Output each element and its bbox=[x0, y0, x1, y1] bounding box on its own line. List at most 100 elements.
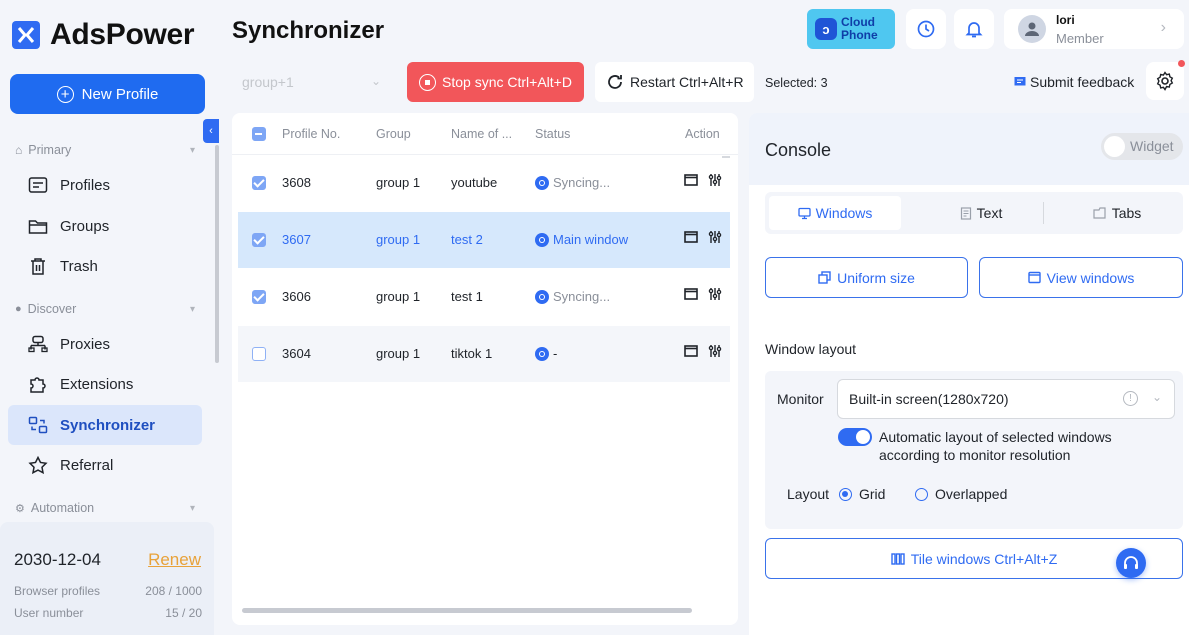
sidebar-item-label: Referral bbox=[60, 456, 114, 474]
plus-icon: + bbox=[56, 85, 74, 103]
console-tabs: Windows Text Tabs bbox=[765, 192, 1183, 234]
user-number-row: User number 15 / 20 bbox=[14, 606, 202, 620]
monitor-select[interactable]: Built-in screen(1280x720) ! ⌄ bbox=[837, 379, 1175, 419]
sidebar-item-extensions[interactable]: Extensions bbox=[8, 364, 202, 404]
settings-button[interactable] bbox=[1146, 62, 1184, 100]
cloud-phone-icon: ↄ bbox=[815, 18, 837, 40]
settings-sliders-icon[interactable] bbox=[708, 173, 722, 187]
uniform-size-button[interactable]: Uniform size bbox=[765, 257, 968, 298]
synchronizer-icon bbox=[28, 416, 48, 434]
settings-sliders-icon[interactable] bbox=[708, 287, 722, 301]
column-header-status[interactable]: Status bbox=[535, 127, 570, 141]
user-number-label: User number bbox=[14, 606, 84, 620]
collapse-sidebar-button[interactable]: ‹ bbox=[203, 119, 219, 143]
sidebar-item-referral[interactable]: Referral bbox=[8, 445, 202, 485]
stop-sync-button[interactable]: Stop sync Ctrl+Alt+D bbox=[407, 62, 584, 102]
sidebar-item-profiles[interactable]: Profiles bbox=[8, 165, 202, 205]
window-icon[interactable] bbox=[684, 173, 698, 187]
user-avatar-icon bbox=[1025, 22, 1039, 36]
tab-windows-label: Windows bbox=[815, 205, 873, 221]
renew-link[interactable]: Renew bbox=[148, 550, 201, 570]
app-logo[interactable]: AdsPower bbox=[12, 18, 195, 52]
table-row[interactable]: 3608 group 1 youtube Syncing... bbox=[238, 155, 730, 211]
sidebar-scrollbar[interactable] bbox=[215, 145, 219, 363]
new-profile-label: New Profile bbox=[81, 85, 159, 103]
section-discover[interactable]: ● Discover ▾ bbox=[15, 302, 195, 316]
sidebar-item-label: Synchronizer bbox=[60, 416, 156, 434]
avatar bbox=[1018, 15, 1046, 43]
restart-button[interactable]: Restart Ctrl+Alt+R bbox=[595, 62, 754, 102]
layout-option-grid[interactable]: Grid bbox=[839, 486, 885, 502]
row-actions bbox=[684, 287, 722, 301]
view-windows-button[interactable]: View windows bbox=[979, 257, 1183, 298]
row-checkbox[interactable] bbox=[252, 290, 266, 304]
proxies-icon bbox=[28, 335, 48, 353]
profiles-icon bbox=[28, 177, 48, 193]
toggle-knob bbox=[856, 430, 870, 444]
tab-windows[interactable]: Windows bbox=[769, 196, 901, 230]
app-name: AdsPower bbox=[50, 18, 195, 51]
tab-text[interactable]: Text bbox=[915, 196, 1047, 230]
column-header-profile-no[interactable]: Profile No. bbox=[282, 127, 340, 141]
new-profile-button[interactable]: + New Profile bbox=[10, 74, 205, 114]
layout-option-overlapped[interactable]: Overlapped bbox=[915, 486, 1007, 502]
browser-icon bbox=[535, 346, 549, 361]
selected-count: Selected: 3 bbox=[765, 76, 828, 90]
restart-label: Restart Ctrl+Alt+R bbox=[630, 74, 744, 90]
table-horizontal-scrollbar[interactable] bbox=[242, 608, 692, 613]
toggle-knob bbox=[1104, 136, 1125, 157]
column-header-name[interactable]: Name of ... bbox=[451, 127, 512, 141]
browser-tabs-icon bbox=[1093, 207, 1106, 219]
table-row[interactable]: 3604 group 1 tiktok 1 - bbox=[238, 326, 730, 382]
window-icon[interactable] bbox=[684, 287, 698, 301]
sidebar-item-proxies[interactable]: Proxies bbox=[8, 324, 202, 364]
settings-sliders-icon[interactable] bbox=[708, 344, 722, 358]
table-row[interactable]: 3606 group 1 test 1 Syncing... bbox=[238, 269, 730, 325]
sidebar-item-synchronizer[interactable]: Synchronizer bbox=[8, 405, 202, 445]
select-all-checkbox[interactable] bbox=[252, 127, 266, 141]
uniform-size-label: Uniform size bbox=[837, 269, 915, 286]
section-primary-label: Primary bbox=[28, 143, 72, 157]
submit-feedback-link[interactable]: Submit feedback bbox=[1014, 74, 1134, 90]
sync-status-button[interactable] bbox=[906, 9, 946, 49]
window-icon[interactable] bbox=[684, 230, 698, 244]
group-select[interactable]: group+1 ⌄ bbox=[232, 62, 397, 102]
cell-status: Syncing... bbox=[535, 175, 610, 190]
auto-layout-toggle[interactable] bbox=[838, 428, 872, 446]
settings-sliders-icon[interactable] bbox=[708, 230, 722, 244]
chevron-down-icon: ▾ bbox=[189, 502, 195, 514]
notification-dot bbox=[1178, 60, 1185, 67]
row-checkbox[interactable] bbox=[252, 347, 266, 361]
user-menu[interactable]: lori Member › bbox=[1004, 9, 1184, 49]
chevron-down-icon: ▾ bbox=[189, 144, 195, 156]
sidebar-item-trash[interactable]: Trash bbox=[8, 246, 202, 286]
browser-icon bbox=[535, 232, 549, 247]
cell-status: - bbox=[535, 346, 557, 361]
automation-icon: ⚙ bbox=[15, 502, 25, 515]
headset-icon bbox=[1124, 556, 1138, 569]
info-icon[interactable]: ! bbox=[1123, 391, 1138, 406]
table-row[interactable]: 3607 group 1 test 2 Main window bbox=[238, 212, 730, 268]
submit-feedback-label: Submit feedback bbox=[1030, 74, 1135, 90]
section-primary[interactable]: ⌂ Primary ▾ bbox=[15, 143, 195, 157]
notifications-button[interactable] bbox=[954, 9, 994, 49]
tab-tabs[interactable]: Tabs bbox=[1055, 196, 1179, 230]
chevron-down-icon: ⌄ bbox=[1151, 390, 1162, 404]
sidebar-item-groups[interactable]: Groups bbox=[8, 206, 202, 246]
row-checkbox[interactable] bbox=[252, 233, 266, 247]
cell-name: youtube bbox=[451, 175, 498, 190]
cell-profile-no: 3604 bbox=[282, 346, 311, 361]
tile-icon bbox=[891, 552, 905, 565]
cell-group: group 1 bbox=[376, 175, 421, 190]
widget-toggle[interactable]: Widget bbox=[1101, 133, 1183, 160]
support-chat-button[interactable] bbox=[1116, 548, 1146, 578]
column-header-group[interactable]: Group bbox=[376, 127, 411, 141]
cloud-phone-button[interactable]: ↄ Cloud Phone bbox=[807, 9, 895, 49]
section-automation[interactable]: ⚙ Automation ▾ bbox=[15, 501, 195, 515]
console-title: Console bbox=[765, 140, 832, 160]
radio-selected-icon bbox=[839, 487, 852, 501]
row-actions bbox=[684, 173, 722, 187]
compass-icon: ● bbox=[15, 303, 22, 315]
window-icon[interactable] bbox=[684, 344, 698, 358]
row-checkbox[interactable] bbox=[252, 176, 266, 190]
